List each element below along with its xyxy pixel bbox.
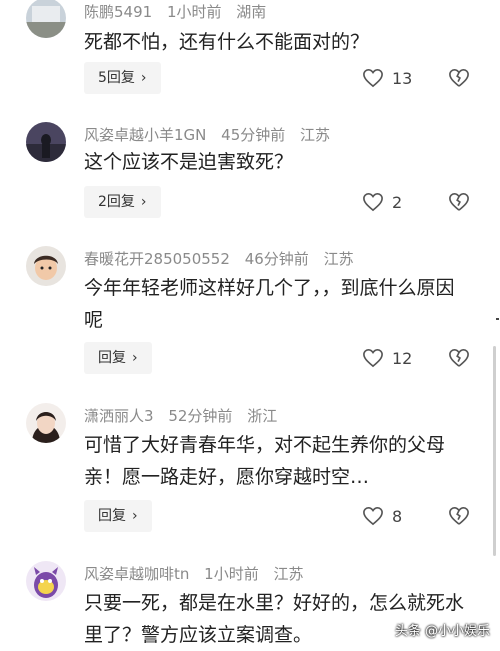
comment-time: 46分钟前	[244, 250, 309, 268]
comment-meta: 潇洒丽人3 52分钟前 浙江	[84, 405, 287, 426]
reply-label: 回复	[98, 508, 126, 524]
comment-text: 这个应该不是迫害致死？	[84, 151, 294, 173]
reply-button[interactable]: 回复 ›	[84, 500, 152, 532]
avatar[interactable]	[26, 0, 66, 38]
like-count: 12	[392, 348, 413, 368]
comment-location: 江苏	[323, 250, 354, 268]
comment-location: 江苏	[300, 126, 331, 144]
watermark: 头条 @小小娱乐	[394, 624, 490, 639]
reply-label: 5回复	[98, 70, 135, 86]
heart-outline-icon	[363, 506, 383, 526]
comment-meta: 风姿卓越咖啡tn 1小时前 江苏	[84, 563, 314, 584]
like-count: 13	[392, 68, 413, 88]
avatar[interactable]	[26, 403, 66, 443]
reply-button[interactable]: 5回复 ›	[84, 62, 161, 94]
chevron-right-icon: ›	[132, 508, 138, 524]
comment-time: 1小时前	[166, 3, 222, 21]
comment-time: 1小时前	[204, 565, 259, 583]
comment-time: 45分钟前	[221, 126, 286, 144]
avatar[interactable]	[26, 561, 66, 601]
like-count: 8	[392, 506, 403, 526]
like-button[interactable]: 13	[362, 68, 412, 88]
username[interactable]: 陈鹏5491	[84, 3, 152, 21]
comment-time: 52分钟前	[168, 407, 233, 425]
reply-label: 回复	[98, 350, 126, 366]
comment-location: 浙江	[247, 407, 278, 425]
broken-heart-icon[interactable]	[448, 68, 470, 88]
reply-label: 2回复	[98, 194, 135, 210]
avatar[interactable]	[26, 122, 66, 162]
comment-meta: 风姿卓越小羊1GN 45分钟前 江苏	[84, 124, 340, 145]
comment-meta: 春暖花开285050552 46分钟前 江苏	[84, 248, 364, 269]
like-button[interactable]: 12	[362, 348, 412, 368]
comment-text: 死都不怕，还有什么不能面对的？	[84, 31, 370, 53]
chevron-right-icon: ›	[140, 194, 147, 210]
username[interactable]: 风姿卓越咖啡tn	[84, 565, 189, 583]
heart-outline-icon	[363, 348, 383, 368]
comment-location: 湖南	[236, 3, 267, 21]
username[interactable]: 潇洒丽人3	[84, 407, 154, 425]
heart-outline-icon	[363, 192, 383, 212]
edge-mark	[496, 318, 499, 320]
username[interactable]: 春暖花开285050552	[84, 250, 230, 268]
reply-button[interactable]: 回复 ›	[84, 342, 152, 374]
username[interactable]: 风姿卓越小羊1GN	[84, 126, 206, 144]
like-count: 2	[392, 192, 403, 212]
scrollbar[interactable]	[493, 346, 496, 556]
comment-text: 可惜了大好青春年华，对不起生养你的父母亲！愿一路走好，愿你穿越时空…	[84, 434, 446, 488]
comment-location: 江苏	[273, 565, 304, 583]
chevron-right-icon: ›	[140, 70, 147, 86]
heart-outline-icon	[363, 68, 383, 88]
avatar[interactable]	[26, 246, 66, 286]
broken-heart-icon[interactable]	[448, 348, 470, 368]
reply-button[interactable]: 2回复 ›	[84, 186, 161, 218]
like-button[interactable]: 8	[362, 506, 402, 526]
like-button[interactable]: 2	[362, 192, 402, 212]
broken-heart-icon[interactable]	[448, 192, 470, 212]
broken-heart-icon[interactable]	[448, 506, 470, 526]
chevron-right-icon: ›	[132, 350, 138, 366]
comment-meta: 陈鹏5491 1小时前 湖南	[84, 1, 276, 22]
comment-text: 只要一死，都是在水里？好好的，怎么就死水里了？警方应该立案调查。	[84, 592, 465, 646]
comment-text: 今年年轻老师这样好几个了，，到底什么原因呢	[84, 277, 455, 331]
